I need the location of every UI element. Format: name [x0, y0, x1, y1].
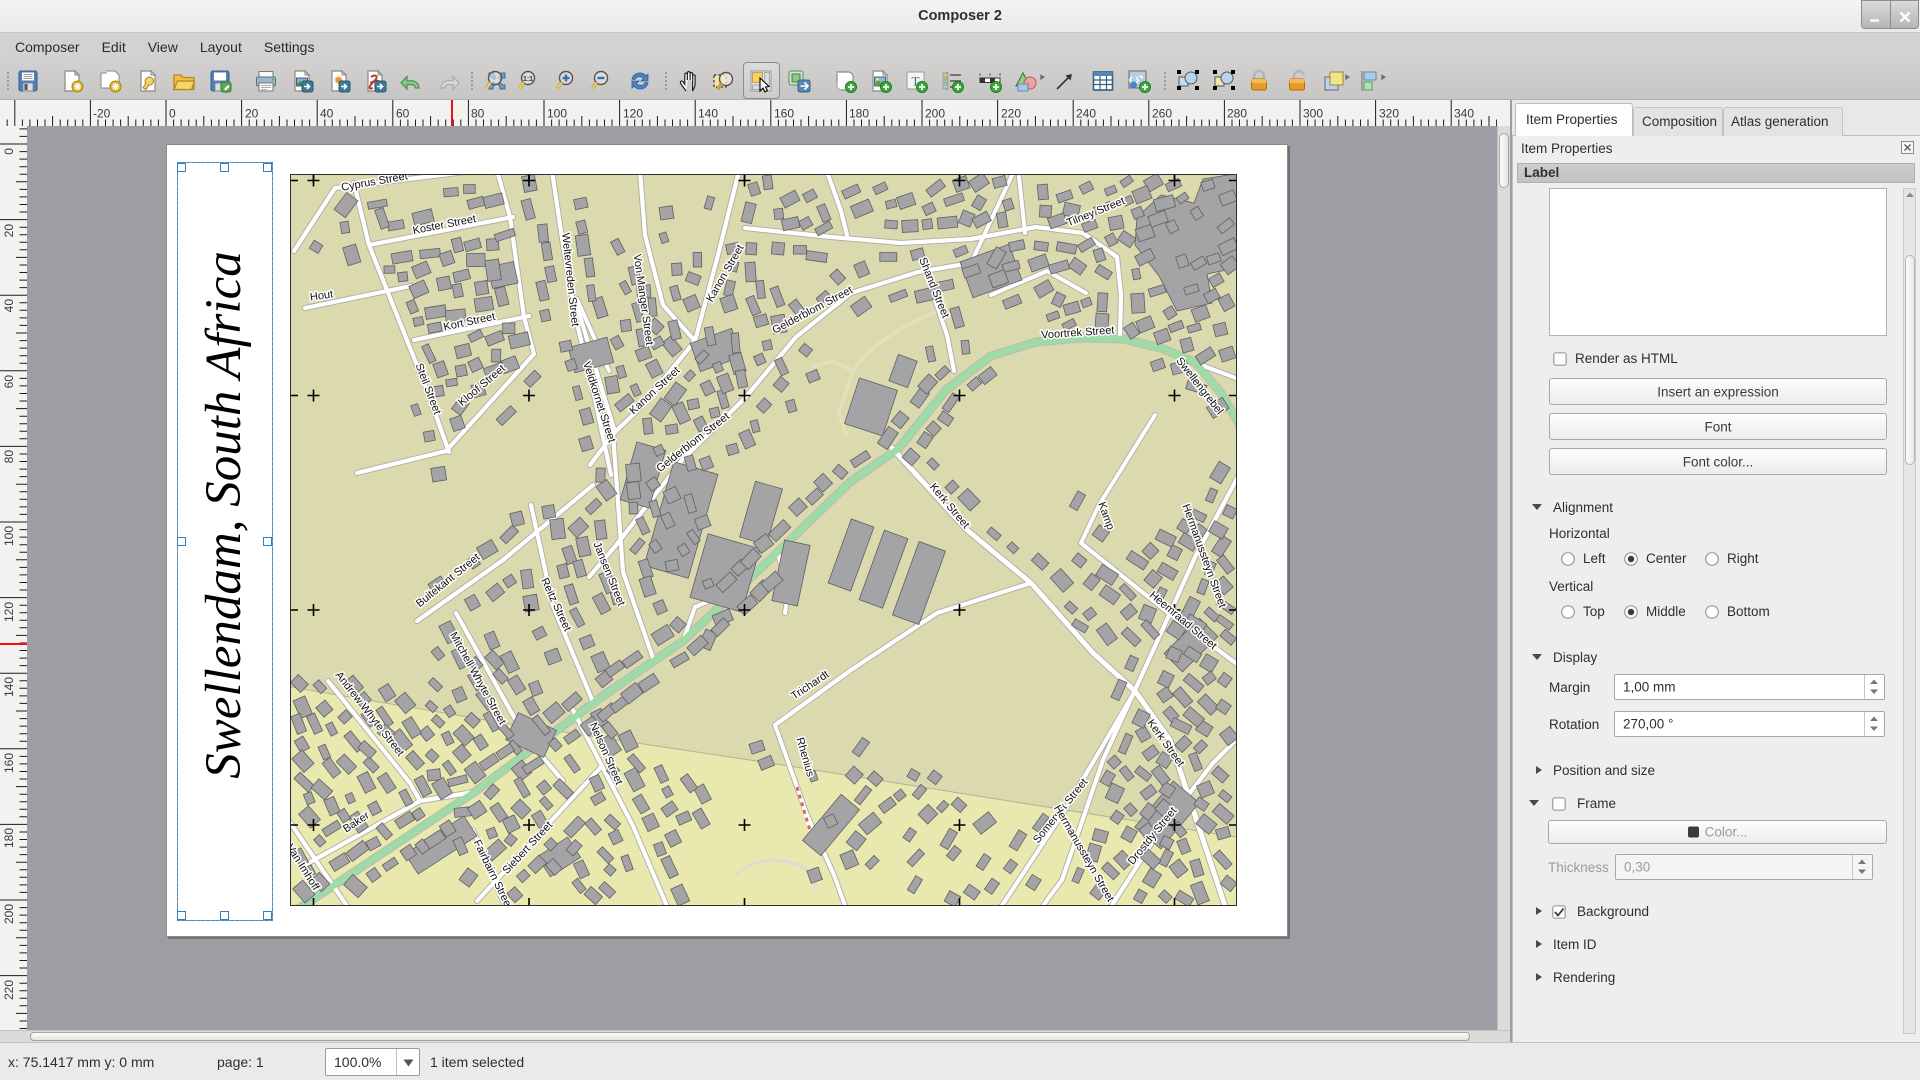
- svg-text:220: 220: [1001, 107, 1021, 121]
- svg-text:0: 0: [2, 148, 16, 155]
- svg-text:160: 160: [774, 107, 794, 121]
- svg-text:60: 60: [2, 375, 16, 389]
- svg-text:280: 280: [1227, 107, 1247, 121]
- svg-text:160: 160: [2, 753, 16, 773]
- svg-text:320: 320: [1379, 107, 1399, 121]
- svg-text:20: 20: [2, 224, 16, 238]
- svg-text:80: 80: [471, 107, 485, 121]
- svg-text:40: 40: [2, 299, 16, 313]
- svg-text:-20: -20: [93, 107, 111, 121]
- svg-text:300: 300: [1303, 107, 1323, 121]
- svg-text:240: 240: [1076, 107, 1096, 121]
- svg-text:220: 220: [2, 980, 16, 1000]
- svg-text:100: 100: [547, 107, 567, 121]
- svg-text:100: 100: [2, 526, 16, 546]
- svg-text:1:1: 1:1: [523, 76, 533, 83]
- svg-text:120: 120: [623, 107, 643, 121]
- svg-text:340: 340: [1454, 107, 1474, 121]
- svg-text:20: 20: [245, 107, 259, 121]
- svg-text:180: 180: [2, 828, 16, 848]
- svg-text:200: 200: [2, 904, 16, 924]
- svg-text:260: 260: [1152, 107, 1172, 121]
- svg-text:180: 180: [849, 107, 869, 121]
- svg-text:140: 140: [698, 107, 718, 121]
- svg-text:200: 200: [925, 107, 945, 121]
- svg-text:40: 40: [320, 107, 334, 121]
- svg-text:120: 120: [2, 602, 16, 622]
- svg-text:80: 80: [2, 450, 16, 464]
- svg-text:60: 60: [396, 107, 410, 121]
- svg-text:0: 0: [169, 107, 176, 121]
- svg-text:140: 140: [2, 677, 16, 697]
